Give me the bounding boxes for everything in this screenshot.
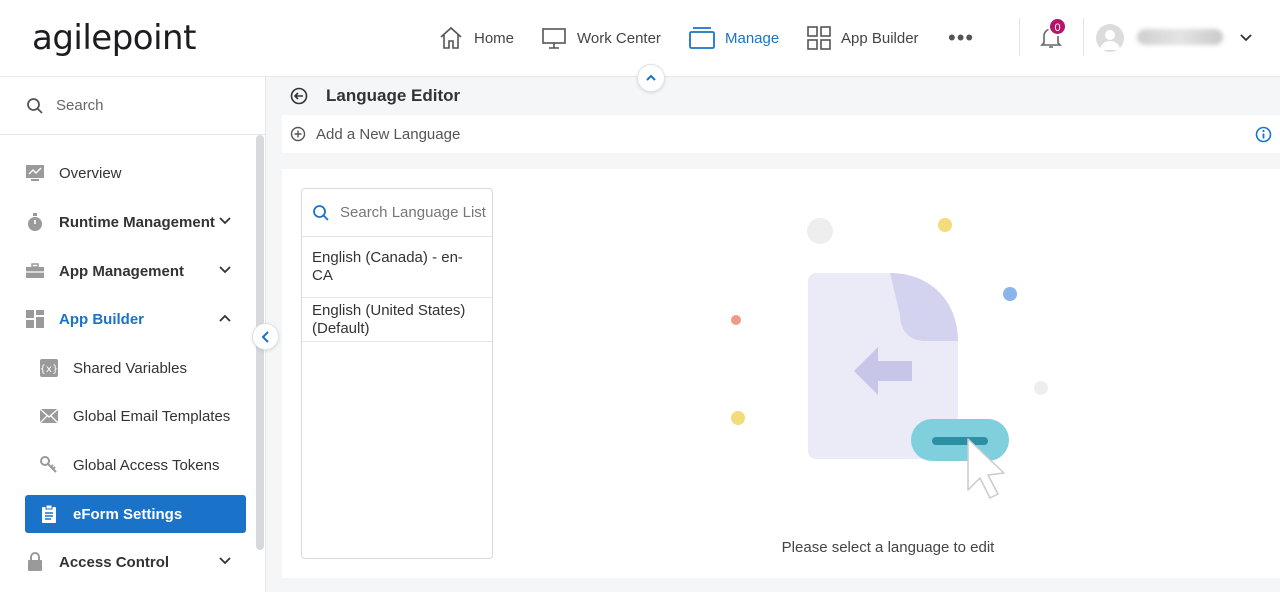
sidebar-item-app-management[interactable]: App Management <box>25 252 246 290</box>
list-item-language[interactable]: English (United States) (Default) <box>302 298 492 342</box>
nav-app-builder-label: App Builder <box>841 29 919 47</box>
sidebar-item-runtime-management[interactable]: Runtime Management <box>25 203 246 241</box>
sidebar-item-label: App Builder <box>59 310 144 328</box>
chevron-up-icon <box>219 314 231 322</box>
nav-manage-label: Manage <box>725 29 780 47</box>
sidebar-search-placeholder: Search <box>56 97 104 114</box>
nav-work-center-label: Work Center <box>577 29 661 47</box>
sidebar-item-label: Global Access Tokens <box>73 456 220 474</box>
sidebar-item-global-access-tokens[interactable]: Global Access Tokens <box>39 446 246 484</box>
search-icon <box>313 204 329 221</box>
keys-icon <box>40 456 57 473</box>
sidebar-item-shared-variables[interactable]: {x} Shared Variables <box>39 349 246 387</box>
nav-home-label: Home <box>474 29 515 47</box>
plus-circle-icon[interactable] <box>290 126 306 142</box>
dashboard-icon <box>26 310 44 328</box>
chart-monitor-icon <box>26 165 44 181</box>
sidebar-item-label: App Management <box>59 262 185 280</box>
lock-icon <box>28 552 42 571</box>
info-icon[interactable] <box>1255 126 1272 143</box>
sidebar-item-label: Global Email Templates <box>73 407 231 425</box>
chevron-down-icon[interactable] <box>1238 30 1254 46</box>
add-language-bar: Add a New Language <box>282 115 1280 153</box>
toolbox-icon <box>26 263 44 278</box>
agilepoint-logo[interactable]: agilepoint <box>32 18 196 58</box>
nav-app-builder[interactable]: App Builder <box>807 22 919 54</box>
sidebar-item-label: Runtime Management <box>59 213 215 231</box>
chevron-left-icon <box>261 330 269 343</box>
avatar[interactable] <box>1096 24 1124 52</box>
sidebar-item-app-builder[interactable]: App Builder <box>25 300 246 338</box>
variable-icon: {x} <box>40 359 59 377</box>
envelope-icon <box>39 408 59 424</box>
more-menu-button[interactable]: ••• <box>948 22 974 54</box>
briefcase-icon <box>689 27 715 49</box>
add-language-link[interactable]: Add a New Language <box>316 126 460 143</box>
nav-manage[interactable]: Manage <box>689 22 779 54</box>
sidebar-item-label: Shared Variables <box>73 359 187 377</box>
collapse-sidebar-button[interactable] <box>252 323 279 350</box>
language-search-input[interactable]: Search Language List <box>302 189 492 237</box>
svg-text:{x}: {x} <box>40 364 59 375</box>
sidebar-item-global-email-templates[interactable]: Global Email Templates <box>39 397 246 435</box>
sidebar-item-access-control[interactable]: Access Control <box>25 543 246 581</box>
search-icon <box>27 97 43 114</box>
divider <box>1019 18 1020 56</box>
divider <box>1083 18 1084 56</box>
select-document-illustration <box>731 218 1048 499</box>
user-icon <box>1100 30 1120 50</box>
page-title: Language Editor <box>326 86 461 105</box>
nav-work-center[interactable]: Work Center <box>541 22 661 54</box>
page-header: Language Editor <box>282 80 1280 112</box>
nav-home[interactable]: Home <box>438 22 514 54</box>
sidebar: Search Overview Runtime Management App M… <box>0 77 266 592</box>
sidebar-item-overview[interactable]: Overview <box>25 154 246 192</box>
empty-state-message: Please select a language to edit <box>781 539 995 556</box>
user-name-blurred <box>1137 29 1223 45</box>
sidebar-item-label: Overview <box>59 164 122 182</box>
chevron-down-icon <box>219 266 231 274</box>
chevron-down-icon <box>219 557 231 565</box>
language-list: Search Language List English (Canada) - … <box>301 188 493 559</box>
top-bar: agilepoint Home Work Center Manage App B… <box>0 0 1280 77</box>
clipboard-icon <box>42 504 56 523</box>
grid-icon <box>807 26 831 50</box>
monitor-icon <box>542 28 566 49</box>
sidebar-item-eform-settings[interactable]: eForm Settings <box>25 495 246 533</box>
notification-badge: 0 <box>1048 17 1067 36</box>
stopwatch-icon <box>28 213 42 231</box>
list-item-language[interactable]: English (Canada) - en-CA <box>302 237 492 298</box>
sidebar-item-label: eForm Settings <box>73 505 183 523</box>
back-arrow-icon[interactable] <box>290 87 308 105</box>
chevron-down-icon <box>219 217 231 225</box>
language-search-placeholder: Search Language List <box>340 204 486 221</box>
sidebar-item-label: Access Control <box>59 553 170 571</box>
home-icon <box>440 26 462 49</box>
sidebar-search[interactable]: Search <box>0 77 266 135</box>
